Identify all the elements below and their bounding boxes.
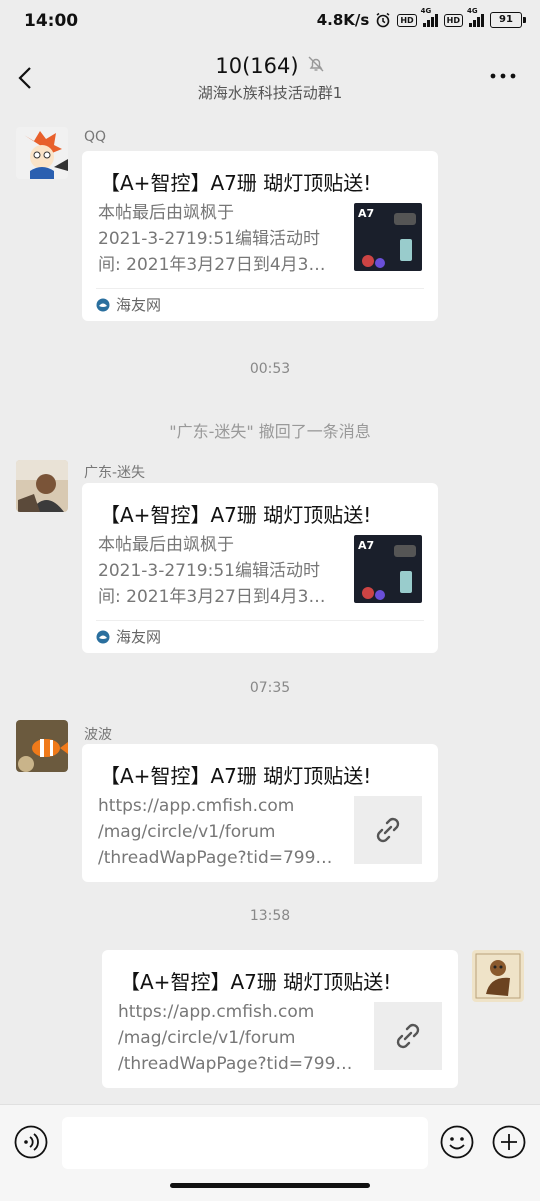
chat-title: 10(164): [215, 54, 299, 78]
plus-icon: [492, 1125, 526, 1159]
alarm-icon: [375, 12, 391, 28]
emoji-button[interactable]: [440, 1125, 474, 1159]
link-icon: [396, 1023, 420, 1049]
hd-icon: HD: [397, 13, 417, 27]
message-input[interactable]: [62, 1117, 428, 1169]
avatar[interactable]: [16, 127, 68, 179]
svg-text:A7: A7: [358, 207, 374, 220]
mute-bell-icon: [307, 54, 325, 78]
card-divider: [96, 288, 424, 289]
link-card[interactable]: 【A+智控】A7珊 瑚灯顶贴送! 本帖最后由飒枫于 2021-3-2719:51…: [82, 483, 438, 653]
self-avatar[interactable]: [472, 950, 524, 1002]
more-button[interactable]: [488, 66, 518, 86]
more-dots-icon: [490, 73, 516, 79]
chat-subtitle: 湖海水族科技活动群1: [197, 84, 343, 102]
link-placeholder: [354, 796, 422, 864]
voice-icon: [14, 1125, 48, 1159]
source-logo-icon: [96, 298, 110, 311]
card-title: 【A+智控】A7珊 瑚灯顶贴送!: [100, 171, 372, 195]
network-speed: 4.8K/s: [316, 11, 370, 29]
card-source: 海友网: [96, 294, 161, 315]
status-time: 14:00: [24, 11, 79, 31]
link-card[interactable]: 【A+智控】A7珊 瑚灯顶贴送! 本帖最后由飒枫于 2021-3-2719:51…: [82, 151, 438, 321]
emoji-icon: [440, 1125, 474, 1159]
card-title: 【A+智控】A7珊 瑚灯顶贴送!: [100, 764, 372, 788]
sender-name: 广东-迷失: [84, 465, 146, 481]
signal-icon-2: 4G: [467, 7, 484, 27]
chat-header: 10(164) 湖海水族科技活动群1: [0, 44, 540, 112]
recall-notice: "广东-迷失" 撤回了一条消息: [169, 422, 371, 441]
card-description: 本帖最后由飒枫于 2021-3-2719:51编辑活动时 间: 2021年3月2…: [98, 203, 326, 275]
source-logo-icon: [96, 630, 110, 643]
card-url: https://app.cmfish.com /mag/circle/v1/fo…: [98, 796, 333, 868]
link-icon: [376, 817, 400, 843]
status-bar: 14:00 4.8K/s HD 4G HD 4G 91: [0, 0, 540, 44]
title-area[interactable]: 10(164) 湖海水族科技活动群1: [0, 54, 540, 103]
chat-title-row: 10(164): [215, 54, 324, 78]
plus-button[interactable]: [492, 1125, 526, 1159]
svg-text:A7: A7: [358, 539, 374, 552]
card-description: 本帖最后由飒枫于 2021-3-2719:51编辑活动时 间: 2021年3月2…: [98, 535, 326, 607]
sender-name: QQ: [84, 129, 107, 145]
link-placeholder: [374, 1002, 442, 1070]
card-source: 海友网: [96, 626, 161, 647]
timestamp: 07:35: [249, 680, 291, 696]
card-title: 【A+智控】A7珊 瑚灯顶贴送!: [120, 970, 392, 994]
timestamp: 00:53: [249, 361, 291, 377]
link-card[interactable]: 【A+智控】A7珊 瑚灯顶贴送! https://app.cmfish.com …: [102, 950, 458, 1088]
avatar[interactable]: [16, 720, 68, 772]
home-indicator[interactable]: [170, 1183, 370, 1188]
link-card[interactable]: 【A+智控】A7珊 瑚灯顶贴送! https://app.cmfish.com …: [82, 744, 438, 882]
signal-icon: 4G: [421, 7, 438, 27]
battery-icon: 91: [490, 12, 526, 28]
card-thumbnail: A7: [354, 535, 422, 603]
card-title: 【A+智控】A7珊 瑚灯顶贴送!: [100, 503, 372, 527]
avatar[interactable]: [16, 460, 68, 512]
status-icons: 4.8K/s HD 4G HD 4G 91: [316, 7, 526, 29]
timestamp: 13:58: [249, 908, 291, 924]
card-url: https://app.cmfish.com /mag/circle/v1/fo…: [118, 1002, 353, 1074]
card-divider: [96, 620, 424, 621]
hd-icon-2: HD: [443, 13, 463, 27]
sender-name: 波波: [84, 727, 112, 743]
voice-button[interactable]: [14, 1125, 48, 1159]
card-thumbnail: A7: [354, 203, 422, 271]
